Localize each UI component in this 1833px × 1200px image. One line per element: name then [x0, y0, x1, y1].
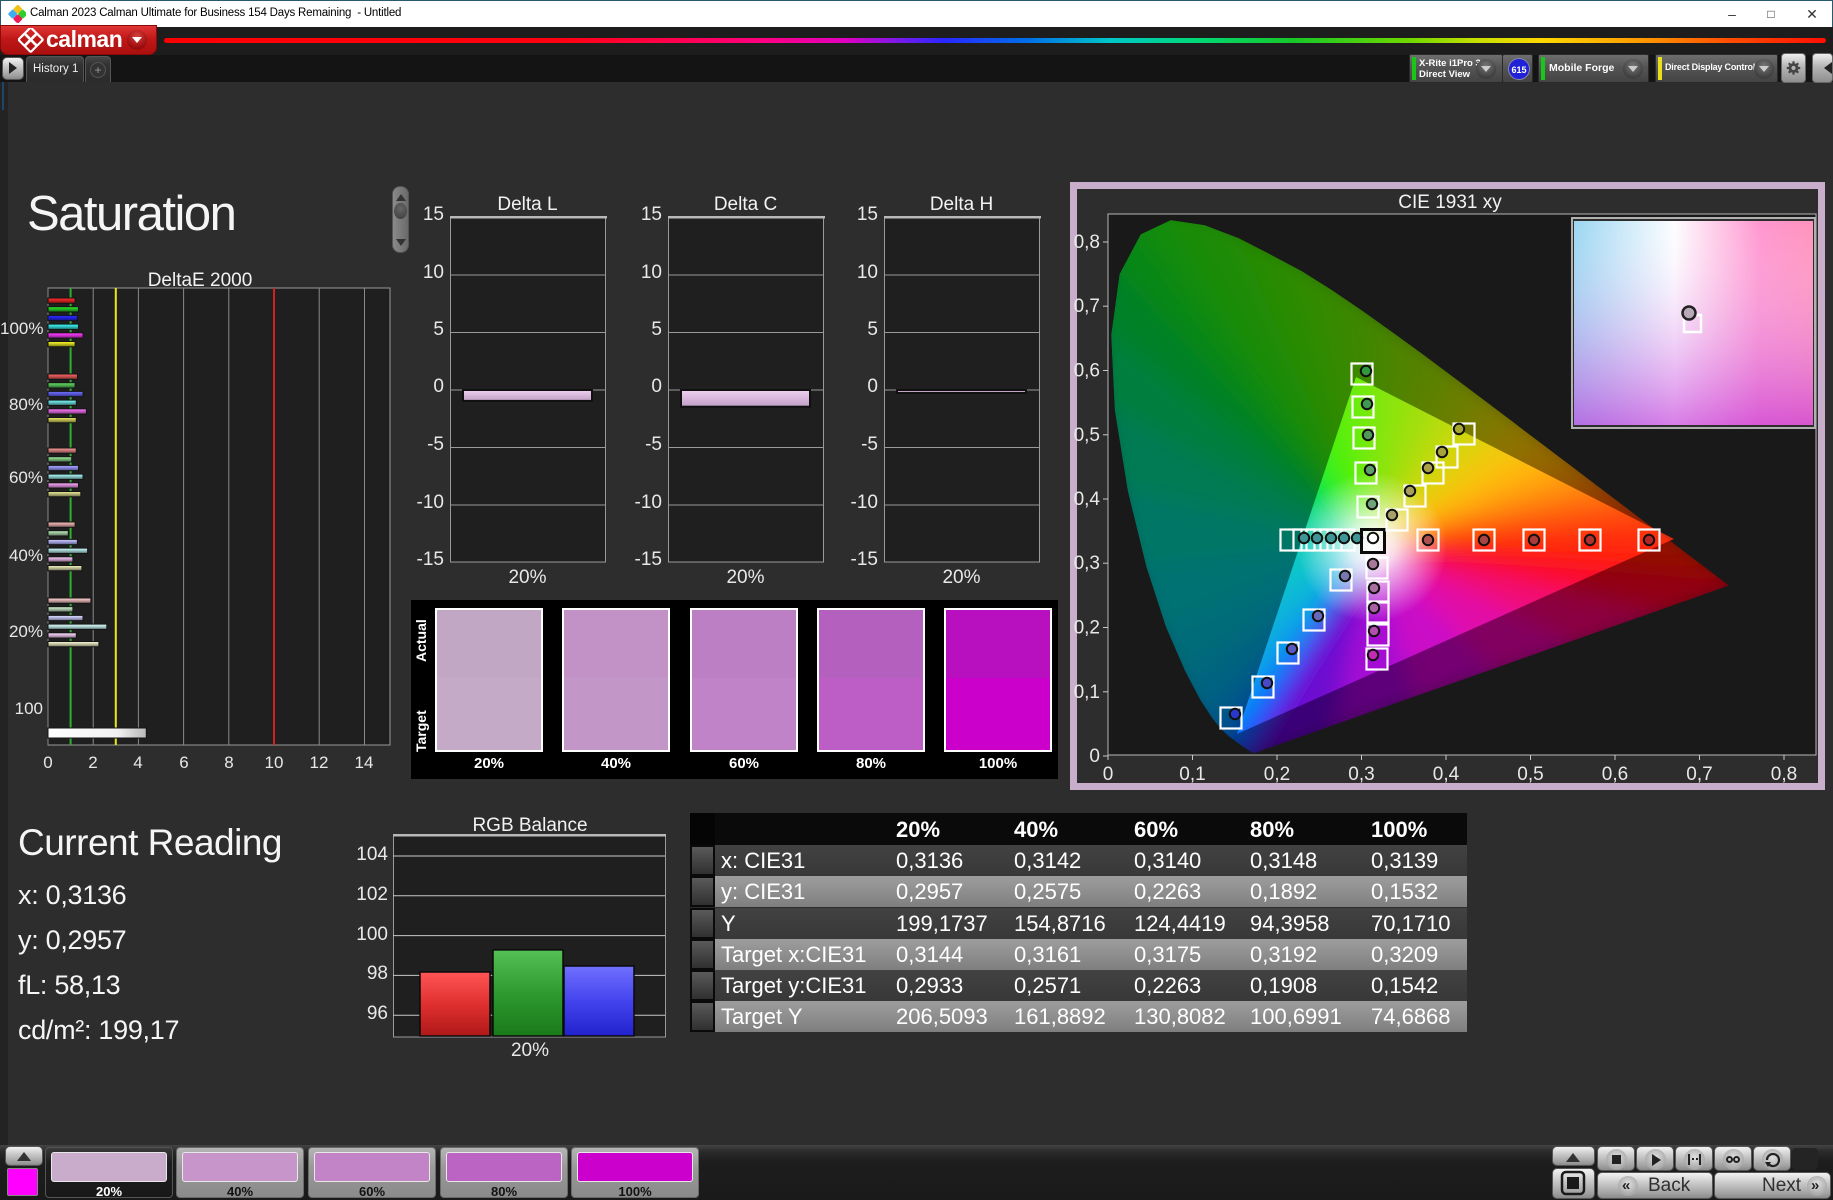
- svg-text:0,5: 0,5: [1517, 764, 1543, 785]
- svg-text:0,6: 0,6: [1602, 764, 1628, 785]
- svg-text:0: 0: [1089, 746, 1100, 767]
- svg-text:0,5: 0,5: [1074, 425, 1100, 446]
- svg-text:0,8: 0,8: [1771, 764, 1797, 785]
- svg-text:0,8: 0,8: [1074, 232, 1100, 253]
- svg-text:0,2: 0,2: [1074, 618, 1100, 639]
- svg-text:0: 0: [1103, 764, 1114, 785]
- svg-text:0,4: 0,4: [1074, 489, 1101, 510]
- svg-text:0,1: 0,1: [1074, 682, 1100, 703]
- svg-text:0,7: 0,7: [1074, 296, 1100, 317]
- svg-text:0,3: 0,3: [1348, 764, 1374, 785]
- svg-text:0,6: 0,6: [1074, 361, 1100, 382]
- svg-text:0,2: 0,2: [1264, 764, 1290, 785]
- svg-text:0,4: 0,4: [1433, 764, 1460, 785]
- svg-text:0,1: 0,1: [1179, 764, 1205, 785]
- svg-text:0,7: 0,7: [1686, 764, 1712, 785]
- svg-text:0,3: 0,3: [1074, 553, 1100, 574]
